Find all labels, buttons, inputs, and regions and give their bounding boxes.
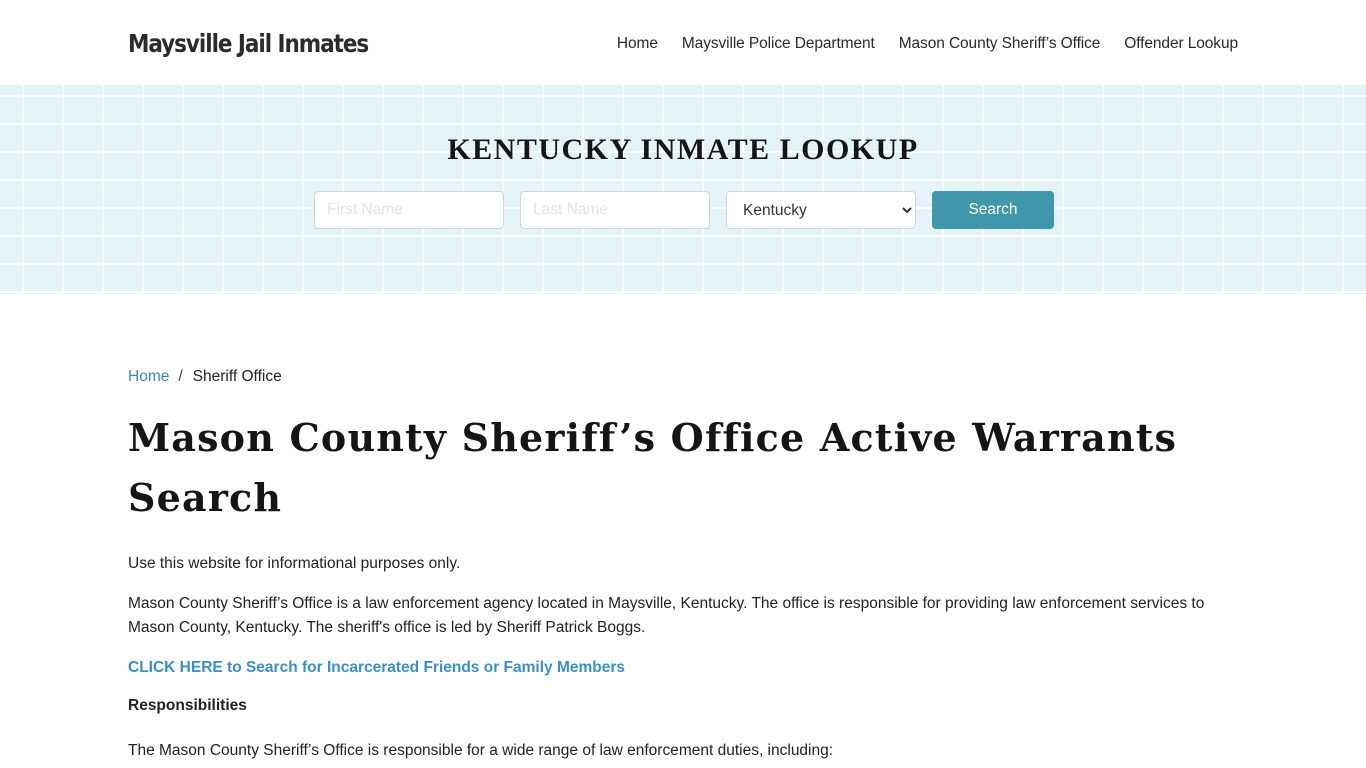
search-incarcerated-link[interactable]: CLICK HERE to Search for Incarcerated Fr… (128, 656, 625, 680)
breadcrumb-separator: / (178, 368, 183, 385)
first-name-input[interactable] (314, 191, 504, 229)
search-button[interactable]: Search (932, 191, 1054, 229)
nav-mason-county-sheriffs-office[interactable]: Mason County Sheriff’s Office (899, 35, 1101, 53)
page-title: Mason County Sheriff’s Office Active War… (128, 415, 1178, 520)
site-logo[interactable]: Maysville Jail Inmates (128, 29, 369, 58)
nav-offender-lookup[interactable]: Offender Lookup (1124, 35, 1238, 53)
last-name-input[interactable] (520, 191, 710, 229)
breadcrumb-home[interactable]: Home (128, 368, 169, 386)
nav-home[interactable]: Home (617, 35, 658, 53)
nav-maysville-police-department[interactable]: Maysville Police Department (682, 35, 875, 53)
responsibilities-heading: Responsibilities (128, 697, 247, 714)
site-header: Maysville Jail Inmates Home Maysville Po… (0, 0, 1366, 85)
breadcrumb-current: Sheriff Office (192, 368, 282, 385)
state-select[interactable]: Kentucky (726, 191, 916, 229)
main-nav: Home Maysville Police Department Mason C… (617, 35, 1238, 53)
inmate-lookup-banner: KENTUCKY INMATE LOOKUP Kentucky Search (0, 85, 1366, 294)
breadcrumb: Home / Sheriff Office (128, 368, 1238, 386)
disclaimer-text: Use this website for informational purpo… (128, 555, 461, 572)
main-content: Home / Sheriff Office Mason County Sheri… (0, 368, 1366, 763)
duties-intro: The Mason County Sheriff’s Office is res… (128, 742, 834, 759)
inmate-search-form: Kentucky Search (0, 191, 1366, 229)
banner-title: KENTUCKY INMATE LOOKUP (447, 133, 919, 166)
office-description: Mason County Sheriff’s Office is a law e… (128, 595, 1205, 636)
